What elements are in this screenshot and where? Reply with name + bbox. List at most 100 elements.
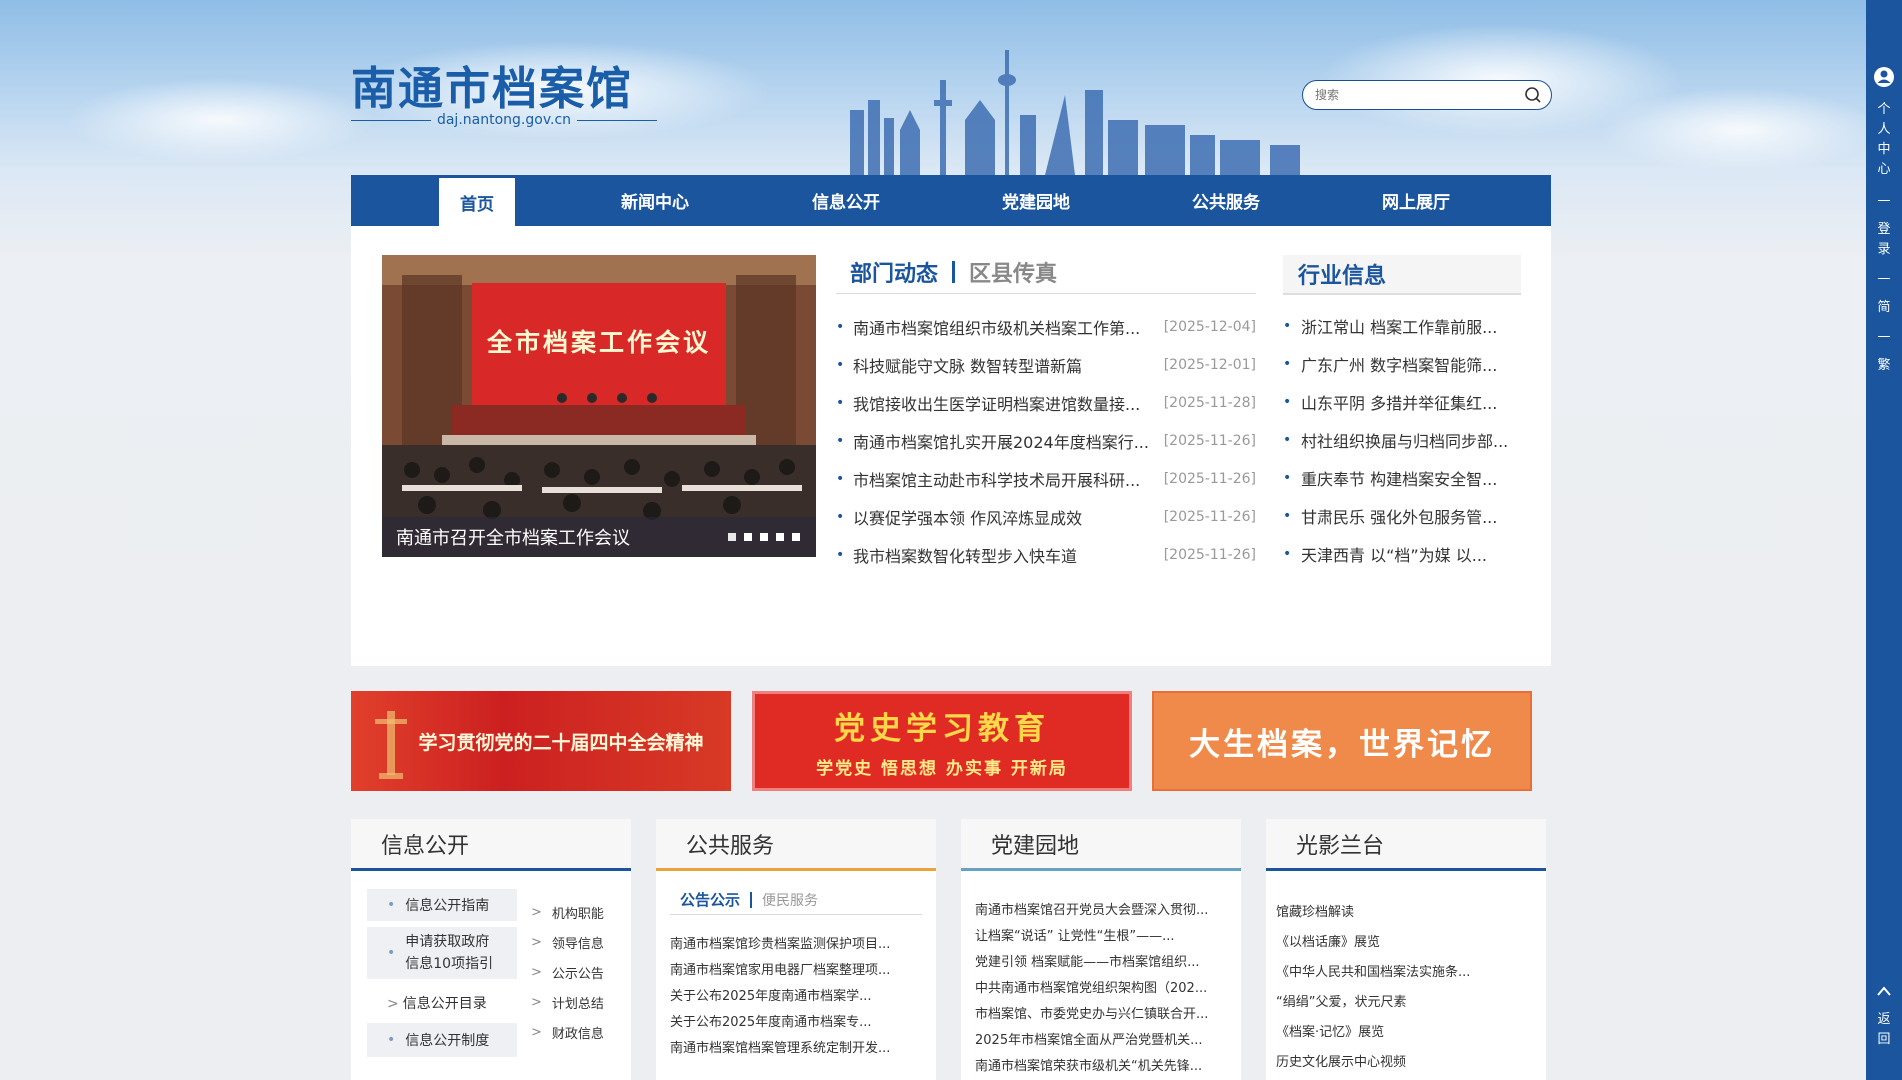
list-item[interactable]: 南通市档案馆召开党员大会暨深入贯彻... [975, 895, 1227, 921]
tab-convenience-services[interactable]: 便民服务 [762, 890, 818, 910]
slide-dot-2[interactable] [744, 533, 752, 541]
slide-caption[interactable]: 南通市召开全市档案工作会议 [396, 524, 630, 550]
tab-county-news[interactable]: 区县传真 [955, 256, 1071, 288]
slide-dot-5[interactable] [792, 533, 800, 541]
chevron-right-icon: > [531, 904, 542, 920]
column-party-title[interactable]: 党建园地 [961, 819, 1241, 871]
info-public-system[interactable]: • 信息公开制度 [367, 1023, 517, 1057]
news-title[interactable]: 我馆接收出生医学证明档案进馆数量接... [853, 391, 1156, 415]
list-item[interactable]: 《中华人民共和国档案法实施条... [1276, 955, 1528, 985]
news-slideshow[interactable]: 全市档案工作会议 南通市召开全市档案工作会议 [382, 255, 816, 557]
list-item[interactable]: “绢绢”父爱，状元尺素 [1276, 985, 1528, 1015]
news-item[interactable]: • 以赛促学强本领 作风淬炼显成效 [2025-11-26] [836, 498, 1256, 536]
info-link[interactable]: > 财政信息 [531, 1017, 604, 1047]
nav-item-party[interactable]: 党建园地 [974, 175, 1098, 226]
right-sidebar: 个人中心 登录 简 繁 返回 [1866, 0, 1902, 1080]
nav-item-home[interactable]: 首页 [439, 178, 515, 226]
news-item[interactable]: • 市档案馆主动赴市科学技术局开展科研... [2025-11-26] [836, 460, 1256, 498]
industry-title[interactable]: 村社组织换届与归档同步部... [1301, 428, 1508, 452]
login-link[interactable]: 登录 [1866, 220, 1902, 260]
news-item[interactable]: • 我市档案数智化转型步入快车道 [2025-11-26] [836, 536, 1256, 574]
list-item[interactable]: 党建引领 档案赋能——市档案馆组织... [975, 947, 1227, 973]
news-item[interactable]: • 南通市档案馆组织市级机关档案工作第... [2025-12-04] [836, 308, 1256, 346]
column-public-service-title[interactable]: 公共服务 [656, 819, 936, 871]
industry-item[interactable]: • 村社组织换届与归档同步部... [1283, 421, 1523, 459]
list-item[interactable]: 南通市档案馆档案管理系统定制开发... [670, 1033, 922, 1059]
industry-title[interactable]: 山东平阴 多措并举征集红... [1301, 390, 1497, 414]
tab-department-news[interactable]: 部门动态 [836, 256, 952, 288]
industry-title[interactable]: 广东广州 数字档案智能筛... [1301, 352, 1497, 376]
news-item[interactable]: • 我馆接收出生医学证明档案进馆数量接... [2025-11-28] [836, 384, 1256, 422]
back-to-top-link[interactable]: 返回 [1866, 1010, 1902, 1050]
list-item[interactable]: 关于公布2025年度南通市档案专... [670, 1007, 922, 1033]
industry-title[interactable]: 甘肃民乐 强化外包服务管... [1301, 504, 1497, 528]
industry-item[interactable]: • 浙江常山 档案工作靠前服... [1283, 307, 1523, 345]
list-item[interactable]: 南通市档案馆荣获市级机关“机关先锋... [975, 1051, 1227, 1077]
bullet-icon: • [836, 395, 845, 411]
news-item[interactable]: • 南通市档案馆扎实开展2024年度档案行... [2025-11-26] [836, 422, 1256, 460]
info-link[interactable]: > 机构职能 [531, 897, 604, 927]
news-title[interactable]: 市档案馆主动赴市科学技术局开展科研... [853, 467, 1156, 491]
site-title[interactable]: 南通市档案馆 [351, 52, 633, 117]
industry-title[interactable]: 浙江常山 档案工作靠前服... [1301, 314, 1497, 338]
slide-dot-1[interactable] [728, 533, 736, 541]
news-title[interactable]: 南通市档案馆扎实开展2024年度档案行... [853, 429, 1156, 453]
list-item[interactable]: 南通市档案馆家用电器厂档案整理项... [670, 955, 922, 981]
list-item[interactable]: 南通市档案馆珍贵档案监测保护项目... [670, 929, 922, 955]
industry-list: • 浙江常山 档案工作靠前服... • 广东广州 数字档案智能筛... • 山东平阴 … [1283, 307, 1523, 573]
banner-party-history[interactable]: 党史学习教育 学党史 悟思想 办实事 开新局 [752, 691, 1132, 791]
info-apply-guide[interactable]: • 申请获取政府 信息10项指引 [367, 927, 517, 979]
search-input[interactable] [1315, 88, 1523, 102]
list-item[interactable]: 2025年市档案馆全面从严治党暨机关... [975, 1025, 1227, 1051]
list-item[interactable]: 市档案馆、市委党史办与兴仁镇联合开... [975, 999, 1227, 1025]
list-item[interactable]: 中共南通市档案馆党组织架构图（202... [975, 973, 1227, 999]
info-link[interactable]: > 公示公告 [531, 957, 604, 987]
personal-center-link[interactable]: 个人中心 [1866, 100, 1902, 180]
industry-info-title[interactable]: 行业信息 [1283, 255, 1521, 295]
list-item[interactable]: 《以档话廉》展览 [1276, 925, 1528, 955]
list-item[interactable]: 让档案“说话” 让党性“生根”——... [975, 921, 1227, 947]
list-item[interactable]: 历史文化展示中心视频 [1276, 1045, 1528, 1075]
chevron-right-icon: > [387, 996, 399, 1012]
news-title[interactable]: 我市档案数智化转型步入快车道 [853, 543, 1156, 567]
gallery-list: 馆藏珍档解读 《以档话廉》展览 《中华人民共和国档案法实施条... “绢绢”父爱… [1276, 895, 1528, 1075]
search-icon[interactable] [1523, 85, 1543, 105]
news-date: [2025-11-28] [1163, 395, 1256, 411]
industry-item[interactable]: • 广东广州 数字档案智能筛... [1283, 345, 1523, 383]
banner-party-history-title: 党史学习教育 [834, 711, 1050, 747]
industry-title[interactable]: 天津西青 以“档”为媒 以... [1301, 542, 1487, 566]
info-link[interactable]: > 计划总结 [531, 987, 604, 1017]
info-link[interactable]: > 领导信息 [531, 927, 604, 957]
list-item[interactable]: 关于公布2025年度南通市档案学... [670, 981, 922, 1007]
list-item[interactable]: 《档案·记忆》展览 [1276, 1015, 1528, 1045]
banner-dasheng-archives[interactable]: 大生档案，世界记忆 [1152, 691, 1532, 791]
slide-dot-3[interactable] [760, 533, 768, 541]
column-info-public-title[interactable]: 信息公开 [351, 819, 631, 871]
industry-item[interactable]: • 天津西青 以“档”为媒 以... [1283, 535, 1523, 573]
nav-item-online-hall[interactable]: 网上展厅 [1354, 175, 1478, 226]
simplified-chinese-link[interactable]: 简 [1866, 298, 1902, 318]
industry-item[interactable]: • 山东平阴 多措并举征集红... [1283, 383, 1523, 421]
news-title[interactable]: 科技赋能守文脉 数智转型谱新篇 [853, 353, 1156, 377]
slide-dot-4[interactable] [776, 533, 784, 541]
traditional-chinese-link[interactable]: 繁 [1866, 356, 1902, 376]
industry-item[interactable]: • 甘肃民乐 强化外包服务管... [1283, 497, 1523, 535]
news-item[interactable]: • 科技赋能守文脉 数智转型谱新篇 [2025-12-01] [836, 346, 1256, 384]
nav-item-public-service[interactable]: 公共服务 [1164, 175, 1288, 226]
tab-announcements[interactable]: 公告公示 [680, 889, 740, 910]
column-gallery-title[interactable]: 光影兰台 [1266, 819, 1546, 871]
industry-title[interactable]: 重庆奉节 构建档案安全智... [1301, 466, 1497, 490]
info-public-guide[interactable]: • 信息公开指南 [367, 889, 517, 921]
user-icon[interactable] [1873, 66, 1895, 88]
industry-item[interactable]: • 重庆奉节 构建档案安全智... [1283, 459, 1523, 497]
news-title[interactable]: 南通市档案馆组织市级机关档案工作第... [853, 315, 1156, 339]
sidebar-divider [1878, 278, 1890, 279]
sidebar-divider [1878, 336, 1890, 337]
list-item[interactable]: 馆藏珍档解读 [1276, 895, 1528, 925]
chevron-up-icon[interactable] [1876, 985, 1892, 997]
banner-fourth-plenum[interactable]: 学习贯彻党的二十届四中全会精神 [351, 691, 731, 791]
nav-item-news[interactable]: 新闻中心 [593, 175, 717, 226]
nav-item-info-public[interactable]: 信息公开 [784, 175, 908, 226]
news-title[interactable]: 以赛促学强本领 作风淬炼显成效 [853, 505, 1156, 529]
info-public-catalog[interactable]: > 信息公开目录 [387, 993, 487, 1013]
